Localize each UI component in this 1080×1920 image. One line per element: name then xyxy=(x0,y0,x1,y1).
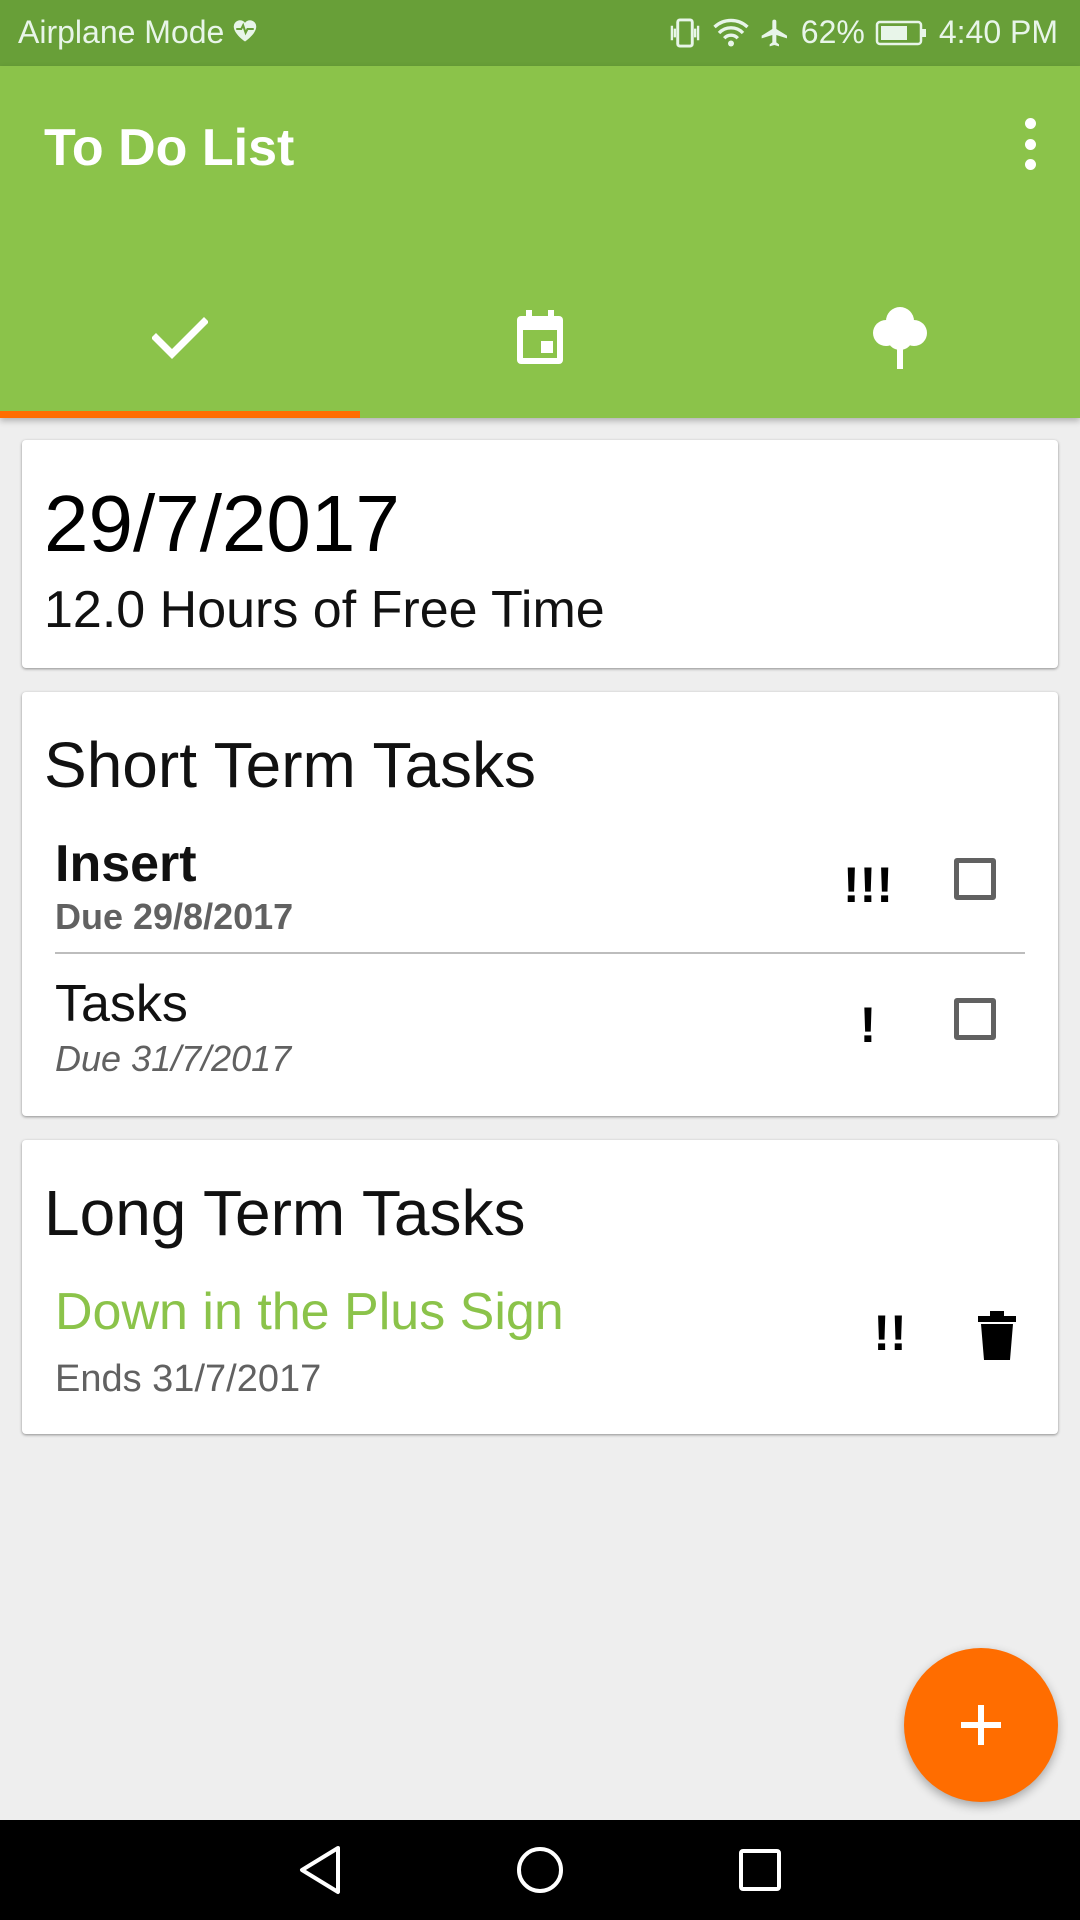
task-checkbox[interactable] xyxy=(954,998,996,1040)
tab-calendar[interactable] xyxy=(360,258,720,418)
status-right: 62% 4:40 PM xyxy=(667,14,1058,51)
task-due: Due 29/8/2017 xyxy=(55,896,294,937)
delete-button[interactable] xyxy=(976,1310,1018,1367)
short-term-title: Short Term Tasks xyxy=(44,729,537,801)
vibrate-icon xyxy=(667,17,703,49)
long-term-title: Long Term Tasks xyxy=(44,1177,526,1249)
delete-icon xyxy=(978,1311,1016,1360)
task-checkbox[interactable] xyxy=(954,858,996,900)
current-date: 29/7/2017 xyxy=(44,479,400,568)
task-row[interactable]: Tasks Due 31/7/2017 ! xyxy=(22,974,1058,1079)
battery-icon xyxy=(875,19,929,47)
tab-tasks[interactable] xyxy=(0,258,360,418)
date-card: 29/7/2017 12.0 Hours of Free Time xyxy=(22,440,1058,668)
priority-indicator: !! xyxy=(873,1305,907,1361)
task-name: Insert xyxy=(55,835,197,893)
home-icon xyxy=(517,1847,563,1893)
status-time: 4:40 PM xyxy=(938,14,1058,50)
long-task-name[interactable]: Down in the Plus Sign xyxy=(55,1282,564,1342)
long-term-card: Long Term Tasks Down in the Plus Sign En… xyxy=(22,1140,1058,1434)
status-left: Airplane Mode xyxy=(18,14,260,51)
free-time: 12.0 Hours of Free Time xyxy=(44,581,605,639)
heart-icon xyxy=(230,14,260,51)
recents-icon xyxy=(739,1849,781,1891)
long-task-ends: Ends 31/7/2017 xyxy=(55,1358,322,1400)
tree-icon xyxy=(873,307,927,369)
task-row[interactable]: Insert Due 29/8/2017 !!! xyxy=(22,834,1058,937)
calendar-icon xyxy=(517,310,563,364)
back-icon xyxy=(300,1846,340,1894)
task-due: Due 31/7/2017 xyxy=(55,1038,292,1079)
task-name: Tasks xyxy=(55,975,188,1033)
status-bar: Airplane Mode 62% 4:40 PM xyxy=(0,0,1080,66)
recents-button[interactable] xyxy=(728,1838,792,1902)
add-icon xyxy=(961,1705,1001,1745)
airplane-icon xyxy=(759,17,791,49)
app-bar: To Do List xyxy=(0,66,1080,418)
wifi-icon xyxy=(713,18,749,48)
navigation-bar xyxy=(0,1820,1080,1920)
priority-indicator: ! xyxy=(859,997,877,1053)
home-button[interactable] xyxy=(508,1838,572,1902)
add-task-button[interactable] xyxy=(904,1648,1058,1802)
check-icon xyxy=(152,317,208,359)
airplane-mode-label: Airplane Mode xyxy=(18,14,225,50)
priority-indicator: !!! xyxy=(843,857,893,913)
tab-tree[interactable] xyxy=(720,258,1080,418)
tab-indicator xyxy=(0,411,360,418)
battery-percent: 62% xyxy=(800,14,865,50)
back-button[interactable] xyxy=(288,1838,352,1902)
row-divider xyxy=(55,952,1025,954)
app-title: To Do List xyxy=(44,119,295,177)
more-vert-icon[interactable] xyxy=(1010,114,1050,174)
short-term-card: Short Term Tasks Insert Due 29/8/2017 !!… xyxy=(22,692,1058,1116)
